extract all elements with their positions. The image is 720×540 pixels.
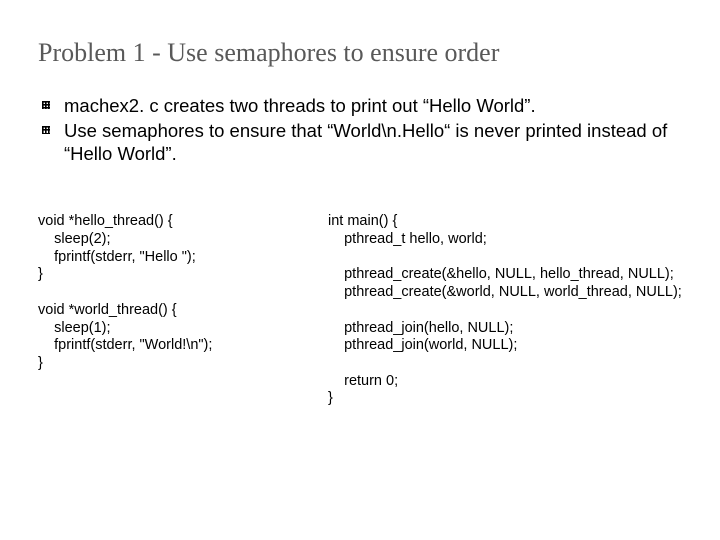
- code-block-right: int main() { pthread_t hello, world; pth…: [328, 213, 702, 408]
- slide-title: Problem 1 - Use semaphores to ensure ord…: [38, 38, 702, 68]
- bullet-list: machex2. c creates two threads to print …: [38, 94, 702, 167]
- list-item: Use semaphores to ensure that “World\n.H…: [38, 119, 702, 165]
- code-columns: void *hello_thread() { sleep(2); fprintf…: [38, 213, 702, 408]
- list-item: machex2. c creates two threads to print …: [38, 94, 702, 117]
- slide: Problem 1 - Use semaphores to ensure ord…: [0, 0, 720, 540]
- slide-content: machex2. c creates two threads to print …: [38, 94, 702, 408]
- code-block-left: void *hello_thread() { sleep(2); fprintf…: [38, 213, 328, 372]
